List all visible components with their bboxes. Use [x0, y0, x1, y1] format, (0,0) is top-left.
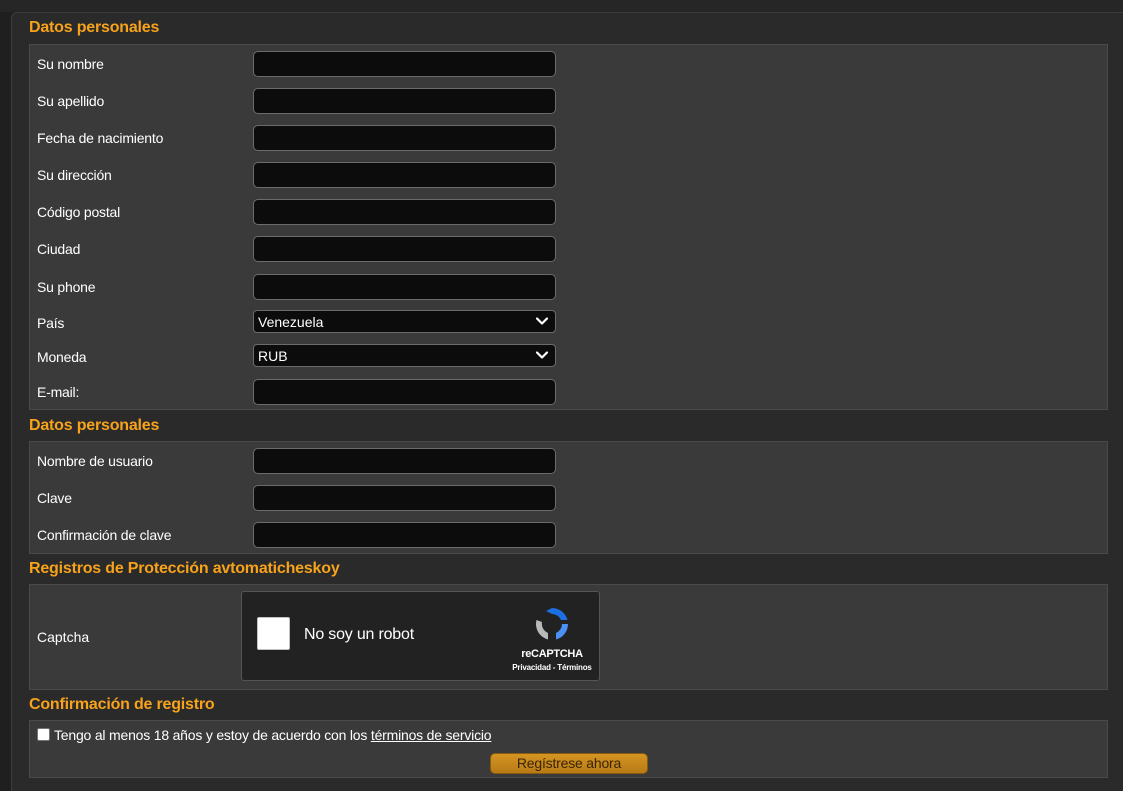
chevron-down-icon [535, 351, 549, 359]
row-postal-code: Código postal [30, 199, 1107, 225]
city-label: Ciudad [37, 241, 81, 257]
password-confirm-label: Confirmación de clave [37, 527, 172, 543]
chevron-down-icon [535, 317, 549, 325]
row-username: Nombre de usuario [30, 448, 1107, 474]
first-name-label: Su nombre [37, 56, 104, 72]
section-title-personal: Datos personales [29, 19, 160, 36]
register-now-button[interactable]: Regístrese ahora [490, 753, 648, 774]
password-label: Clave [37, 490, 72, 506]
currency-selected-value: RUB [258, 348, 288, 364]
row-password-confirm: Confirmación de clave [30, 522, 1107, 548]
birth-date-input[interactable] [253, 125, 556, 151]
country-label: País [37, 315, 65, 331]
terms-agreement: Tengo al menos 18 años y estoy de acuerd… [37, 727, 492, 743]
password-input[interactable] [253, 485, 556, 511]
row-city: Ciudad [30, 236, 1107, 262]
captcha-panel: Captcha No soy un robot reCAPTCHA Privac… [29, 584, 1108, 690]
postal-code-input[interactable] [253, 199, 556, 225]
last-name-input[interactable] [253, 88, 556, 114]
terms-of-service-link[interactable]: términos de servicio [371, 727, 492, 743]
row-address: Su dirección [30, 162, 1107, 188]
country-select[interactable]: Venezuela [253, 310, 556, 333]
confirm-panel: Tengo al menos 18 años y estoy de acuerd… [29, 720, 1108, 778]
last-name-label: Su apellido [37, 93, 105, 109]
email-input[interactable] [253, 379, 556, 405]
currency-label: Moneda [37, 349, 87, 365]
captcha-text: No soy un robot [304, 626, 414, 643]
row-currency: Moneda RUB [30, 343, 1107, 369]
row-password: Clave [30, 485, 1107, 511]
recaptcha-logo-icon [535, 608, 568, 640]
password-confirm-input[interactable] [253, 522, 556, 548]
section-title-protection: Registros de Protección avtomaticheskoy [29, 560, 340, 577]
row-phone: Su phone [30, 274, 1107, 300]
recaptcha-privacy-terms-link[interactable]: Privacidad - Términos [487, 663, 617, 672]
captcha-checkbox[interactable] [257, 617, 290, 650]
phone-input[interactable] [253, 274, 556, 300]
email-label: E-mail: [37, 384, 80, 400]
row-email: E-mail: [30, 379, 1107, 405]
country-selected-value: Venezuela [258, 314, 324, 330]
city-input[interactable] [253, 236, 556, 262]
currency-select[interactable]: RUB [253, 344, 556, 367]
top-bar [0, 0, 1123, 12]
recaptcha-name: reCAPTCHA [521, 648, 583, 660]
recaptcha-widget: No soy un robot reCAPTCHA Privacidad - T… [241, 591, 600, 681]
birth-date-label: Fecha de nacimiento [37, 130, 164, 146]
section-title-account: Datos personales [29, 417, 160, 434]
terms-checkbox[interactable] [37, 728, 50, 741]
first-name-input[interactable] [253, 51, 556, 77]
username-input[interactable] [253, 448, 556, 474]
username-label: Nombre de usuario [37, 453, 153, 469]
row-birth-date: Fecha de nacimiento [30, 125, 1107, 151]
phone-label: Su phone [37, 279, 96, 295]
row-last-name: Su apellido [30, 88, 1107, 114]
postal-code-label: Código postal [37, 204, 121, 220]
row-first-name: Su nombre [30, 51, 1107, 77]
section-title-confirm: Confirmación de registro [29, 696, 215, 713]
address-label: Su dirección [37, 167, 112, 183]
address-input[interactable] [253, 162, 556, 188]
row-country: País Venezuela [30, 309, 1107, 335]
terms-text: Tengo al menos 18 años y estoy de acuerd… [54, 727, 371, 743]
personal-data-panel: Su nombre Su apellido Fecha de nacimient… [29, 44, 1108, 410]
account-data-panel: Nombre de usuario Clave Confirmación de … [29, 441, 1108, 554]
captcha-label: Captcha [37, 629, 90, 645]
